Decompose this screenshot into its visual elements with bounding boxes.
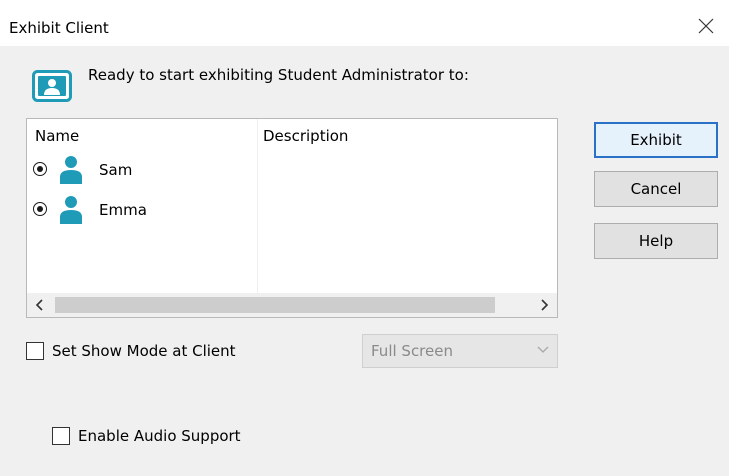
user-icon bbox=[60, 196, 82, 224]
user-icon bbox=[60, 156, 82, 184]
audio-support-label: Enable Audio Support bbox=[78, 427, 241, 445]
dropdown-value: Full Screen bbox=[371, 342, 453, 360]
column-header-description[interactable]: Description bbox=[263, 127, 348, 145]
client-name: Sam bbox=[99, 161, 133, 179]
list-item[interactable]: Sam bbox=[33, 155, 253, 185]
window-title: Exhibit Client bbox=[9, 19, 109, 37]
chevron-down-icon bbox=[537, 346, 549, 353]
audio-support-checkbox[interactable] bbox=[52, 427, 70, 445]
presentation-person-icon bbox=[32, 70, 72, 102]
horizontal-scrollbar[interactable] bbox=[27, 293, 557, 317]
client-name: Emma bbox=[99, 201, 147, 219]
radio-button[interactable] bbox=[33, 202, 47, 216]
close-icon bbox=[698, 18, 714, 34]
radio-button[interactable] bbox=[33, 162, 47, 176]
show-mode-label: Set Show Mode at Client bbox=[52, 342, 236, 360]
scrollbar-thumb[interactable] bbox=[55, 297, 495, 313]
audio-support-option[interactable]: Enable Audio Support bbox=[52, 427, 241, 445]
show-mode-option[interactable]: Set Show Mode at Client bbox=[26, 342, 236, 360]
cancel-button[interactable]: Cancel bbox=[594, 171, 718, 207]
title-bar: Exhibit Client bbox=[0, 0, 729, 46]
chevron-left-icon bbox=[35, 299, 43, 311]
close-button[interactable] bbox=[683, 8, 729, 44]
show-mode-checkbox[interactable] bbox=[26, 342, 44, 360]
scroll-left-button[interactable] bbox=[27, 293, 51, 317]
list-item[interactable]: Emma bbox=[33, 195, 253, 225]
help-button[interactable]: Help bbox=[594, 223, 718, 259]
header-message: Ready to start exhibiting Student Admini… bbox=[88, 66, 469, 84]
column-header-name[interactable]: Name bbox=[35, 127, 79, 145]
client-list[interactable]: Name Description Sam Emma bbox=[26, 118, 558, 318]
exhibit-button[interactable]: Exhibit bbox=[594, 122, 718, 158]
show-mode-dropdown: Full Screen bbox=[362, 334, 558, 368]
scroll-right-button[interactable] bbox=[533, 293, 557, 317]
chevron-right-icon bbox=[541, 299, 549, 311]
column-divider bbox=[257, 119, 258, 293]
